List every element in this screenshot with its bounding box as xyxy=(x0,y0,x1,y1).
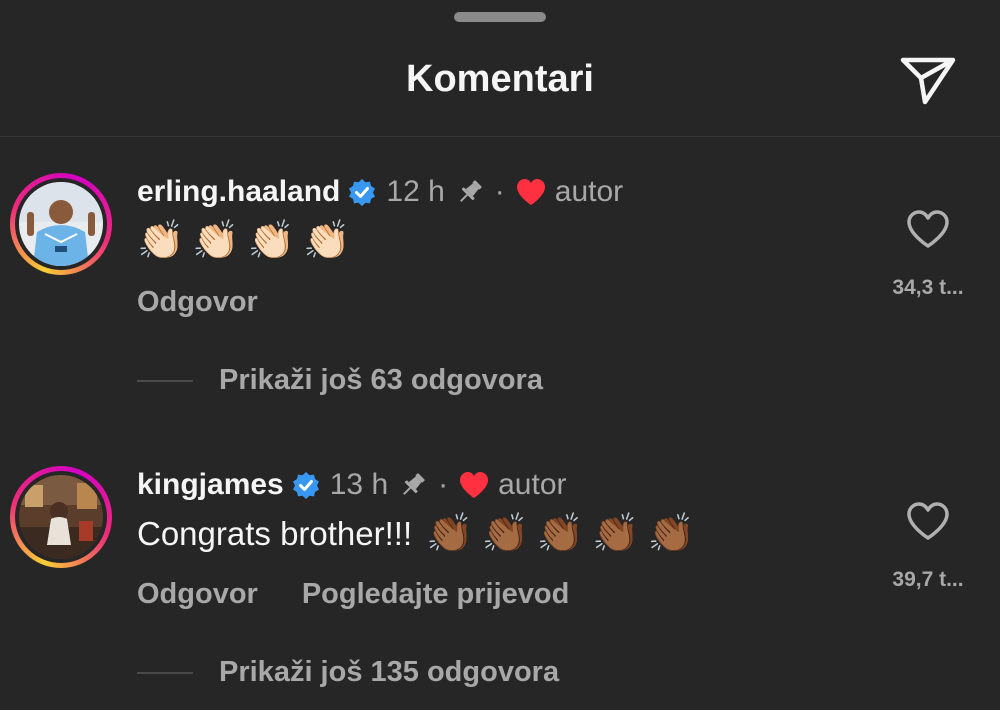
comment-meta: erling.haaland 12 h · autor xyxy=(137,172,623,212)
pin-icon xyxy=(398,470,428,500)
author-label: autor xyxy=(554,175,624,208)
username[interactable]: kingjames xyxy=(137,468,284,502)
view-replies-button[interactable]: Prikaži još 63 odgovora xyxy=(137,364,543,397)
comments-header: Komentari xyxy=(0,30,1000,137)
comment-text: 👏🏻 👏🏻 👏🏻 👏🏻 xyxy=(137,215,350,267)
avatar-image xyxy=(19,475,103,559)
sheet-grabber[interactable] xyxy=(454,12,546,22)
username[interactable]: erling.haaland xyxy=(137,175,340,209)
clapping-hands-emoji: 👏🏾 xyxy=(481,513,529,555)
clapping-emoji-row: 👏🏾 👏🏾 👏🏾 👏🏾 👏🏾 xyxy=(426,512,695,556)
verified-badge-icon xyxy=(292,471,320,499)
clapping-hands-emoji: 👏🏾 xyxy=(536,513,585,555)
replies-divider xyxy=(137,379,193,382)
reply-button[interactable]: Odgovor xyxy=(137,578,258,611)
clapping-hands-emoji: 👏🏻 xyxy=(137,220,185,262)
author-liked-heart-icon xyxy=(458,470,490,500)
avatar-image xyxy=(19,182,103,266)
like-button[interactable] xyxy=(904,207,952,251)
author-liked-heart-icon xyxy=(515,177,547,207)
separator-dot: · xyxy=(438,468,449,501)
replies-divider xyxy=(137,671,193,674)
separator-dot: · xyxy=(494,175,505,208)
comment-body: Congrats brother!!! xyxy=(137,515,413,552)
comment-time: 13 h xyxy=(329,468,389,501)
like-count: 34,3 t... xyxy=(892,276,964,299)
clapping-hands-emoji: 👏🏻 xyxy=(192,220,240,262)
heart-outline-icon xyxy=(907,210,949,248)
comment-time: 12 h xyxy=(386,175,445,208)
clapping-hands-emoji: 👏🏻 xyxy=(247,220,295,262)
heart-outline-icon xyxy=(907,502,949,540)
comment-text: Congrats brother!!! 👏🏾 👏🏾 👏🏾 👏🏾 👏🏾 xyxy=(137,508,695,560)
send-icon xyxy=(900,57,956,105)
verified-badge-icon xyxy=(348,178,376,206)
clapping-hands-emoji: 👏🏻 xyxy=(302,220,351,262)
author-label: autor xyxy=(498,468,567,501)
view-replies-label: Prikaži još 63 odgovora xyxy=(219,364,543,396)
comments-sheet: Komentari erling.haaland 12 h · autor 👏🏻… xyxy=(0,0,1000,710)
comment-actions: Odgovor xyxy=(137,286,258,319)
clapping-hands-emoji: 👏🏾 xyxy=(426,513,474,555)
avatar-erling-haaland[interactable] xyxy=(10,173,112,275)
like-count: 39,7 t... xyxy=(892,568,964,591)
clapping-emoji-row: 👏🏻 👏🏻 👏🏻 👏🏻 xyxy=(137,219,350,263)
clapping-hands-emoji: 👏🏾 xyxy=(647,513,695,555)
avatar-kingjames[interactable] xyxy=(10,466,112,568)
clapping-hands-emoji: 👏🏾 xyxy=(592,513,640,555)
page-title: Komentari xyxy=(406,58,594,100)
reply-button[interactable]: Odgovor xyxy=(137,286,258,319)
view-replies-button[interactable]: Prikaži još 135 odgovora xyxy=(137,656,559,689)
comment-meta: kingjames 13 h · autor xyxy=(137,465,567,505)
see-translation-button[interactable]: Pogledajte prijevod xyxy=(302,578,570,611)
send-button[interactable] xyxy=(895,50,961,110)
pin-icon xyxy=(455,177,485,207)
comment-actions: Odgovor Pogledajte prijevod xyxy=(137,578,569,611)
like-button[interactable] xyxy=(904,499,952,543)
view-replies-label: Prikaži još 135 odgovora xyxy=(219,656,560,688)
